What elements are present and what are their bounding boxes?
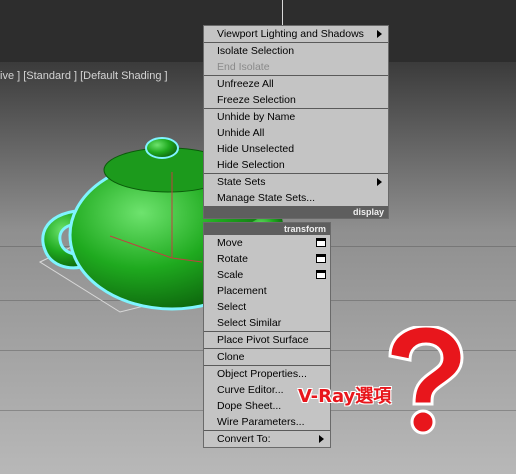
menu-item-label: Isolate Selection <box>217 45 295 57</box>
menu-item-label: Clone <box>217 351 245 363</box>
menu-item-label: Unhide All <box>217 127 265 139</box>
menu-item-label: Rotate <box>217 253 248 265</box>
menu-item-label: Unhide by Name <box>217 111 296 123</box>
menu-item-label: State Sets <box>217 176 266 188</box>
menu-item-scale[interactable]: Scale <box>204 267 330 283</box>
quad-label-transform: transform <box>204 223 330 235</box>
menu-item-unhide-all[interactable]: Unhide All <box>204 125 388 141</box>
quad-menu-display: Viewport Lighting and Shadows Isolate Se… <box>203 25 389 219</box>
quad-label-display: display <box>204 206 388 218</box>
menu-item-label: Placement <box>217 285 267 297</box>
menu-item-viewport-lighting[interactable]: Viewport Lighting and Shadows <box>204 26 388 42</box>
submenu-arrow-icon <box>319 435 324 443</box>
options-box-icon[interactable] <box>316 254 326 263</box>
options-box-icon[interactable] <box>316 270 326 279</box>
menu-item-label: Object Properties... <box>217 368 307 380</box>
menu-item-convert-to[interactable]: Convert To: <box>204 431 330 447</box>
menu-item-label: Dope Sheet... <box>217 400 282 412</box>
menu-item-wire-parameters[interactable]: Wire Parameters... <box>204 414 330 430</box>
menu-item-object-properties[interactable]: Object Properties... <box>204 366 330 382</box>
menu-item-unhide-by-name[interactable]: Unhide by Name <box>204 109 388 125</box>
menu-item-move[interactable]: Move <box>204 235 330 251</box>
question-mark-icon <box>388 326 464 435</box>
menu-item-select-similar[interactable]: Select Similar <box>204 315 330 331</box>
menu-item-isolate-selection[interactable]: Isolate Selection <box>204 43 388 59</box>
menu-item-state-sets[interactable]: State Sets <box>204 174 388 190</box>
menu-item-place-pivot-surface[interactable]: Place Pivot Surface <box>204 332 330 348</box>
menu-item-label: Freeze Selection <box>217 94 296 106</box>
menu-item-label: Viewport Lighting and Shadows <box>217 28 364 40</box>
submenu-arrow-icon <box>377 178 382 186</box>
menu-item-freeze-selection[interactable]: Freeze Selection <box>204 92 388 108</box>
submenu-arrow-icon <box>377 30 382 38</box>
menu-item-label: Place Pivot Surface <box>217 334 309 346</box>
quad-menu-transform: transform Move Rotate Scale Placement Se… <box>203 222 331 448</box>
options-box-icon[interactable] <box>316 238 326 247</box>
menu-item-label: Wire Parameters... <box>217 416 305 428</box>
menu-item-placement[interactable]: Placement <box>204 283 330 299</box>
menu-item-unfreeze-all[interactable]: Unfreeze All <box>204 76 388 92</box>
menu-item-label: Manage State Sets... <box>217 192 316 204</box>
menu-item-label: Scale <box>217 269 244 281</box>
menu-item-label: Convert To: <box>217 433 271 445</box>
menu-item-select[interactable]: Select <box>204 299 330 315</box>
menu-item-hide-unselected[interactable]: Hide Unselected <box>204 141 388 157</box>
menu-item-label: End Isolate <box>217 61 270 73</box>
menu-item-label: Unfreeze All <box>217 78 274 90</box>
menu-item-rotate[interactable]: Rotate <box>204 251 330 267</box>
menu-item-label: Move <box>217 237 243 249</box>
menu-item-label: Select Similar <box>217 317 282 329</box>
menu-item-clone[interactable]: Clone <box>204 349 330 365</box>
menu-item-label: Select <box>217 301 247 313</box>
menu-item-end-isolate: End Isolate <box>204 59 388 75</box>
menu-item-hide-selection[interactable]: Hide Selection <box>204 157 388 173</box>
menu-item-label: Curve Editor... <box>217 384 284 396</box>
menu-item-manage-state-sets[interactable]: Manage State Sets... <box>204 190 388 206</box>
menu-item-label: Hide Unselected <box>217 143 295 155</box>
menu-item-label: Hide Selection <box>217 159 285 171</box>
